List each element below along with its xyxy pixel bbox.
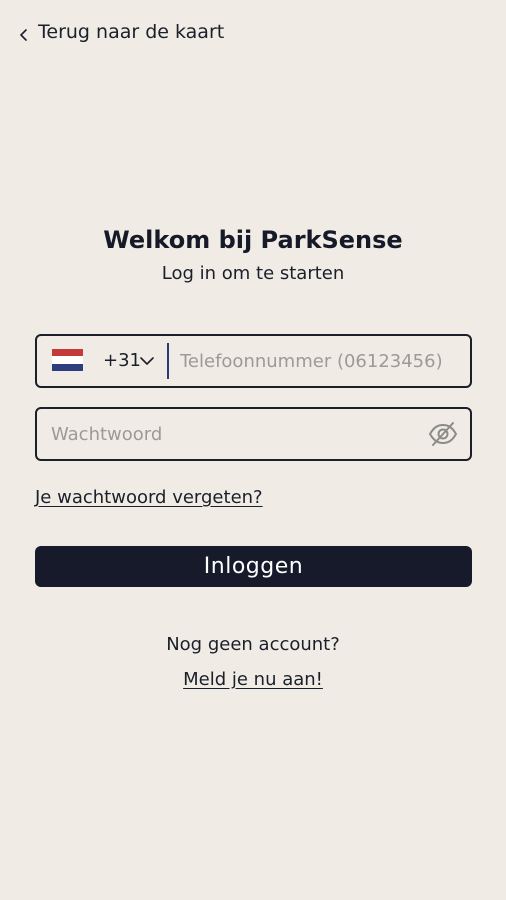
netherlands-flag-icon [52,349,83,371]
page-title: Welkom bij ParkSense [103,226,403,254]
country-code-select[interactable]: +31 [103,336,141,386]
chevron-down-icon[interactable] [140,353,154,367]
phone-number-input[interactable] [180,336,465,386]
login-button[interactable]: Inloggen [35,546,472,587]
forgot-password-link[interactable]: Je wachtwoord vergeten? [35,486,263,510]
signup-link[interactable]: Meld je nu aan! [183,669,323,690]
no-account-prompt: Nog geen account? [166,634,340,655]
eye-slash-icon[interactable] [428,420,458,448]
password-field [35,407,472,461]
password-input[interactable] [51,409,411,459]
back-to-map-link[interactable]: Terug naar de kaart [18,20,224,44]
chevron-left-icon [18,26,30,41]
back-link-label: Terug naar de kaart [38,21,225,43]
page-subtitle: Log in om te starten [161,263,345,284]
phone-field-divider [167,343,169,379]
phone-field: +31 [35,334,472,388]
